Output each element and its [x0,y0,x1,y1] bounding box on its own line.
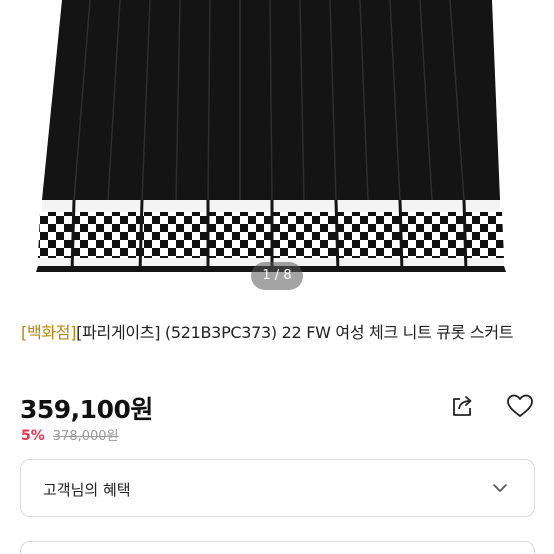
product-title: [백화점][파리게이츠] (521B3PC373) 22 FW 여성 체크 니트… [21,320,536,345]
store-tag[interactable]: [백화점] [21,323,76,342]
benefits-label: 고객님의 혜택 [43,481,131,499]
discount-row: 5% 378,000원 [21,425,119,444]
like-button[interactable] [506,393,534,419]
discount-rate: 5% [21,428,45,444]
original-price: 378,000원 [52,429,119,444]
sale-price: 359,100원 [20,395,153,424]
next-section-box [20,541,535,554]
chevron-down-icon [493,484,507,492]
product-name: [파리게이츠] (521B3PC373) 22 FW 여성 체크 니트 큐롯 스… [76,323,514,342]
image-pager: 1 / 8 [251,262,303,290]
share-button[interactable] [449,393,475,419]
skirt-illustration [36,0,506,273]
customer-benefits-dropdown[interactable]: 고객님의 혜택 [20,459,535,517]
heart-icon [507,394,533,417]
share-icon [453,396,472,416]
product-image[interactable] [0,0,554,300]
